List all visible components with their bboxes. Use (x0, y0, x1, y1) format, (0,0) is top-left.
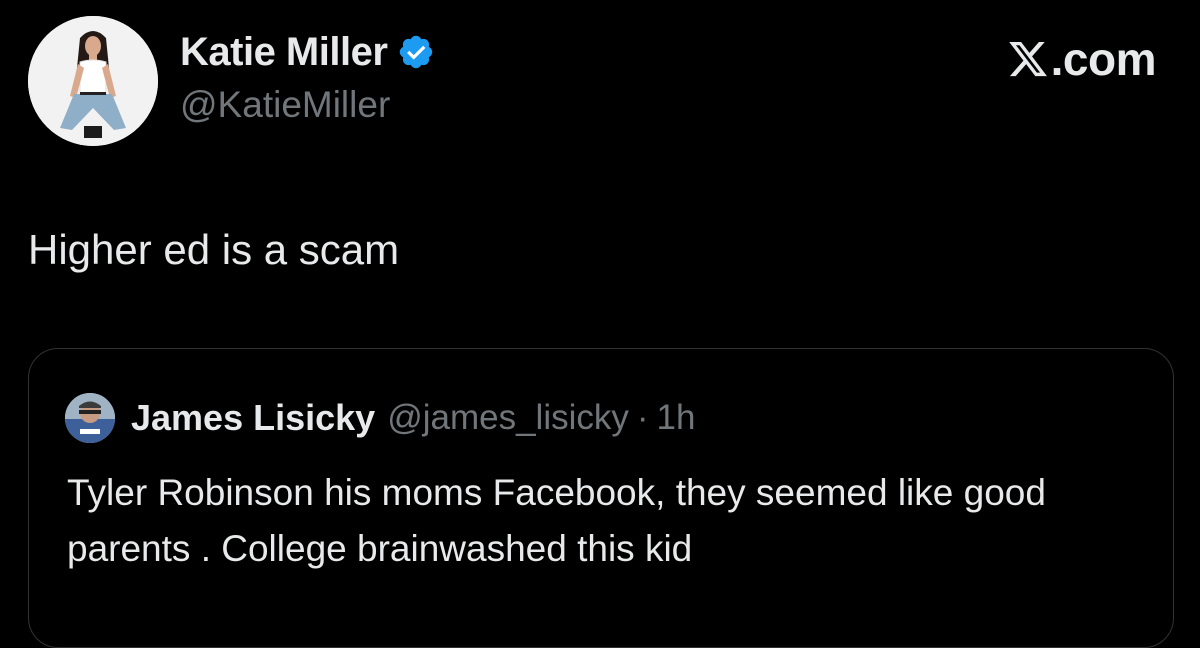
author-name-row: Katie Miller (180, 28, 435, 76)
quoted-author-handle[interactable]: @james_lisicky (387, 398, 629, 438)
profile-photo (65, 393, 115, 443)
tweet-text: Higher ed is a scam (28, 226, 400, 273)
quoted-tweet-header: James Lisicky @james_lisicky · 1h (65, 393, 695, 443)
x-logo-icon (1008, 41, 1047, 77)
separator-dot: · (636, 398, 649, 437)
profile-photo (28, 16, 158, 146)
verified-badge-icon (400, 35, 433, 69)
brand-domain-suffix: .com (1050, 33, 1157, 85)
quoted-timestamp[interactable]: 1h (657, 398, 696, 438)
author-name[interactable]: Katie Miller (180, 30, 388, 75)
brand-logo: .com (1007, 32, 1157, 86)
quoted-author-avatar[interactable] (65, 393, 115, 443)
author-avatar[interactable] (28, 16, 158, 146)
quoted-tweet-text: Tyler Robinson his moms Facebook, they s… (67, 472, 1046, 569)
author-handle[interactable]: @KatieMiller (180, 84, 390, 126)
quoted-author-name[interactable]: James Lisicky (131, 397, 375, 439)
quoted-tweet-card[interactable]: James Lisicky @james_lisicky · 1h Tyler … (28, 348, 1174, 648)
